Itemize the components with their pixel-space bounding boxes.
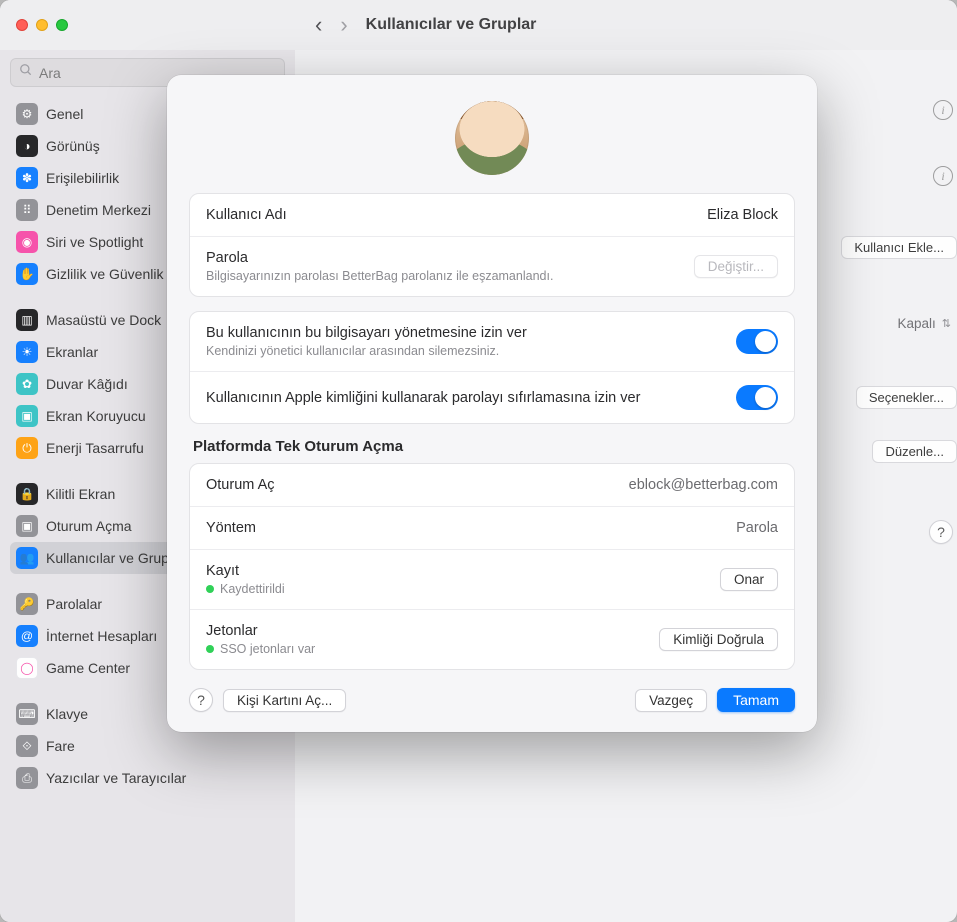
method-value: Parola xyxy=(736,520,778,536)
sso-section-title: Platformda Tek Oturum Açma xyxy=(193,438,791,455)
signin-value: eblock@betterbag.com xyxy=(629,477,778,493)
avatar[interactable] xyxy=(455,101,529,175)
registration-label: Kayıt xyxy=(206,563,285,579)
cancel-button[interactable]: Vazgeç xyxy=(635,689,707,712)
sso-card: Oturum Aç eblock@betterbag.com Yöntem Pa… xyxy=(189,463,795,670)
appleid-reset-label: Kullanıcının Apple kimliğini kullanarak … xyxy=(206,390,640,406)
tokens-label: Jetonlar xyxy=(206,623,315,639)
appleid-reset-row: Kullanıcının Apple kimliğini kullanarak … xyxy=(190,371,794,423)
username-row: Kullanıcı Adı Eliza Block xyxy=(190,194,794,236)
repair-button[interactable]: Onar xyxy=(720,568,778,591)
status-dot-icon xyxy=(206,585,214,593)
sheet-overlay: Kullanıcı Adı Eliza Block Parola Bilgisa… xyxy=(0,0,957,922)
tokens-status: SSO jetonları var xyxy=(206,642,315,656)
verify-button[interactable]: Kimliği Doğrula xyxy=(659,628,778,651)
open-contact-card-button[interactable]: Kişi Kartını Aç... xyxy=(223,689,346,712)
password-label: Parola xyxy=(206,250,553,266)
change-password-button[interactable]: Değiştir... xyxy=(694,255,778,278)
signin-row: Oturum Aç eblock@betterbag.com xyxy=(190,464,794,506)
username-label: Kullanıcı Adı xyxy=(206,207,287,223)
user-detail-sheet: Kullanıcı Adı Eliza Block Parola Bilgisa… xyxy=(167,75,817,732)
password-row: Parola Bilgisayarınızın parolası BetterB… xyxy=(190,236,794,296)
method-label: Yöntem xyxy=(206,520,256,536)
admin-row: Bu kullanıcının bu bilgisayarı yönetmesi… xyxy=(190,312,794,371)
appleid-reset-toggle[interactable] xyxy=(736,385,778,410)
identity-card: Kullanıcı Adı Eliza Block Parola Bilgisa… xyxy=(189,193,795,297)
method-row: Yöntem Parola xyxy=(190,506,794,549)
registration-status: Kaydettirildi xyxy=(206,582,285,596)
signin-label: Oturum Aç xyxy=(206,477,275,493)
registration-row: Kayıt Kaydettirildi Onar xyxy=(190,549,794,609)
admin-toggle[interactable] xyxy=(736,329,778,354)
admin-label: Bu kullanıcının bu bilgisayarı yönetmesi… xyxy=(206,325,527,341)
username-value: Eliza Block xyxy=(707,207,778,223)
ok-button[interactable]: Tamam xyxy=(717,688,795,712)
status-dot-icon xyxy=(206,645,214,653)
sheet-footer: ? Kişi Kartını Aç... Vazgeç Tamam xyxy=(189,688,795,712)
password-sub: Bilgisayarınızın parolası BetterBag paro… xyxy=(206,269,553,283)
tokens-row: Jetonlar SSO jetonları var Kimliği Doğru… xyxy=(190,609,794,669)
permissions-card: Bu kullanıcının bu bilgisayarı yönetmesi… xyxy=(189,311,795,424)
system-settings-window: ⚙Genel◑Görünüş✽Erişilebilirlik⠿Denetim M… xyxy=(0,0,957,922)
help-button[interactable]: ? xyxy=(189,688,213,712)
admin-sub: Kendinizi yönetici kullanıcılar arasında… xyxy=(206,344,527,358)
